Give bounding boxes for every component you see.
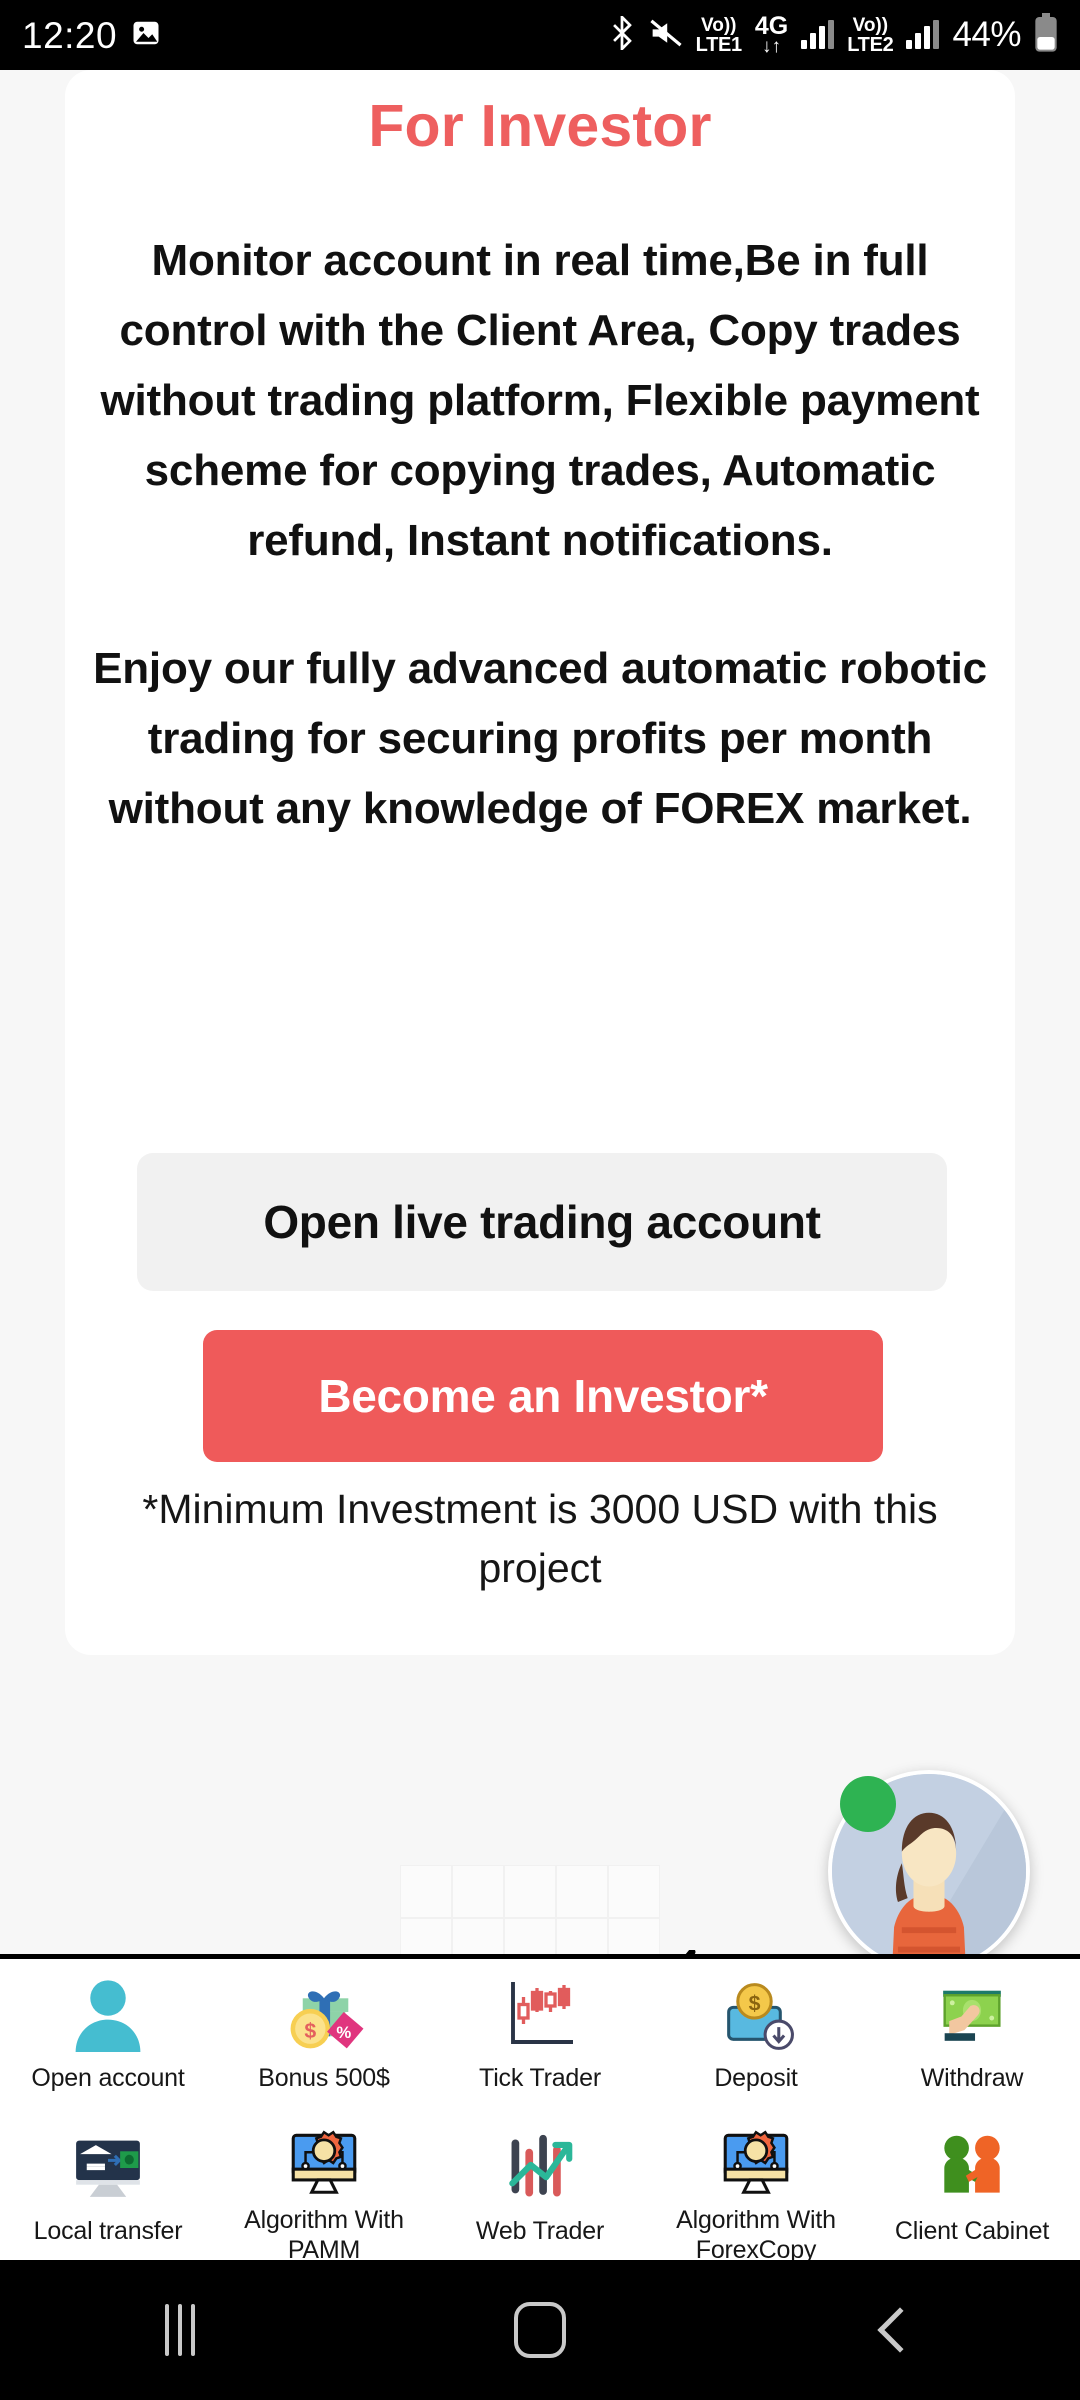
quick-action-label: Open account bbox=[31, 2064, 185, 2092]
quick-action-label: Tick Trader bbox=[479, 2064, 601, 2092]
chat-support-widget[interactable] bbox=[828, 1770, 1030, 1972]
quick-action-label: Client Cabinet bbox=[894, 2217, 1050, 2245]
svg-text:$: $ bbox=[749, 1991, 761, 2015]
quick-action-label: Algorithm With PAMM bbox=[244, 2206, 404, 2264]
status-bar-right: Vo)) LTE1 4G ↓↑ Vo)) LTE2 44% bbox=[608, 12, 1058, 58]
bluetooth-icon bbox=[608, 13, 636, 55]
home-icon bbox=[514, 2302, 566, 2358]
quick-action-client-cabinet[interactable]: Client Cabinet bbox=[864, 2112, 1080, 2265]
investor-description-paragraph-2: Enjoy our fully advanced automatic robot… bbox=[93, 644, 987, 833]
algorithm-monitor-gear-icon bbox=[708, 2124, 804, 2201]
home-button[interactable] bbox=[360, 2260, 720, 2400]
quick-action-algorithm-with-pamm[interactable]: Algorithm With PAMM bbox=[216, 2112, 432, 2265]
back-icon bbox=[877, 2307, 923, 2353]
trend-arrow-chart-icon bbox=[492, 2124, 588, 2212]
become-an-investor-button[interactable]: Become an Investor* bbox=[203, 1330, 883, 1462]
candlestick-chart-icon bbox=[492, 1971, 588, 2059]
status-bar-left: 12:20 bbox=[22, 17, 161, 54]
investor-card: For Investor Monitor account in real tim… bbox=[65, 70, 1015, 1655]
quick-action-bonus-500[interactable]: $ % Bonus 500$ bbox=[216, 1959, 432, 2112]
image-icon bbox=[131, 18, 161, 53]
mute-icon bbox=[649, 18, 683, 53]
bank-transfer-monitor-icon bbox=[60, 2124, 156, 2212]
sim1-volte-bottom: LTE1 bbox=[695, 33, 743, 56]
page-content: For Investor Monitor account in real tim… bbox=[0, 70, 1080, 2260]
svg-text:$: $ bbox=[304, 2019, 316, 2043]
svg-text:%: % bbox=[336, 2023, 351, 2042]
sim1-volte-top: Vo)) bbox=[700, 14, 737, 36]
phone-screen: 12:20 Vo)) LTE1 4G ↓↑ Vo)) LTE2 44% For … bbox=[0, 0, 1080, 2400]
quick-action-tick-trader[interactable]: Tick Trader bbox=[432, 1959, 648, 2112]
quick-action-label: Bonus 500$ bbox=[258, 2064, 390, 2092]
sim2-volte-bottom: LTE2 bbox=[847, 33, 894, 56]
page-title: For Investor bbox=[368, 93, 712, 159]
status-clock: 12:20 bbox=[22, 14, 118, 56]
quick-action-withdraw[interactable]: Withdraw bbox=[864, 1959, 1080, 2112]
back-button[interactable] bbox=[720, 2260, 1080, 2400]
user-account-icon bbox=[60, 1971, 156, 2059]
withdraw-cash-icon bbox=[924, 1971, 1020, 2059]
sim2-volte-indicator: Vo)) LTE2 bbox=[847, 14, 894, 56]
recents-icon bbox=[165, 2304, 195, 2356]
quick-actions-grid: Open account $ % Bonus 500$ Tick Trader … bbox=[0, 1954, 1080, 2264]
battery-percent-label: 44% bbox=[952, 15, 1021, 54]
sim1-signal-icon bbox=[801, 20, 835, 49]
quick-action-open-account[interactable]: Open account bbox=[0, 1959, 216, 2112]
algorithm-monitor-gear-icon bbox=[276, 2124, 372, 2201]
quick-actions-row-2: Local transfer Algorithm With PAMM Web T… bbox=[0, 2112, 1080, 2265]
recents-button[interactable] bbox=[0, 2260, 360, 2400]
quick-action-local-transfer[interactable]: Local transfer bbox=[0, 2112, 216, 2265]
handshake-people-icon bbox=[924, 2124, 1020, 2212]
android-navigation-bar bbox=[0, 2260, 1080, 2400]
network-type-indicator: 4G ↓↑ bbox=[755, 14, 788, 57]
quick-action-deposit[interactable]: $ Deposit bbox=[648, 1959, 864, 2112]
data-arrows-icon: ↓↑ bbox=[762, 36, 782, 57]
online-status-indicator bbox=[840, 1776, 896, 1832]
open-live-trading-account-button[interactable]: Open live trading account bbox=[137, 1153, 947, 1291]
quick-action-label: Web Trader bbox=[475, 2217, 605, 2245]
sim1-volte-indicator: Vo)) LTE1 bbox=[695, 14, 743, 56]
investor-description-paragraph-1: Monitor account in real time,Be in full … bbox=[100, 236, 980, 565]
quick-action-label: Withdraw bbox=[920, 2064, 1024, 2092]
status-bar: 12:20 Vo)) LTE1 4G ↓↑ Vo)) LTE2 44% bbox=[0, 0, 1080, 70]
deposit-wallet-icon: $ bbox=[708, 1971, 804, 2059]
quick-action-label: Algorithm With ForexCopy bbox=[676, 2206, 836, 2264]
quick-action-label: Deposit bbox=[714, 2064, 798, 2092]
quick-action-algorithm-with-forexcopy[interactable]: Algorithm With ForexCopy bbox=[648, 2112, 864, 2265]
gift-bonus-icon: $ % bbox=[276, 1971, 372, 2059]
quick-actions-row-1: Open account $ % Bonus 500$ Tick Trader … bbox=[0, 1959, 1080, 2112]
sim2-volte-top: Vo)) bbox=[852, 14, 889, 36]
quick-action-web-trader[interactable]: Web Trader bbox=[432, 2112, 648, 2265]
battery-icon bbox=[1034, 12, 1058, 58]
sim2-signal-icon bbox=[906, 20, 940, 49]
quick-action-label: Local transfer bbox=[33, 2217, 183, 2245]
minimum-investment-note: *Minimum Investment is 3000 USD with thi… bbox=[142, 1486, 938, 1591]
